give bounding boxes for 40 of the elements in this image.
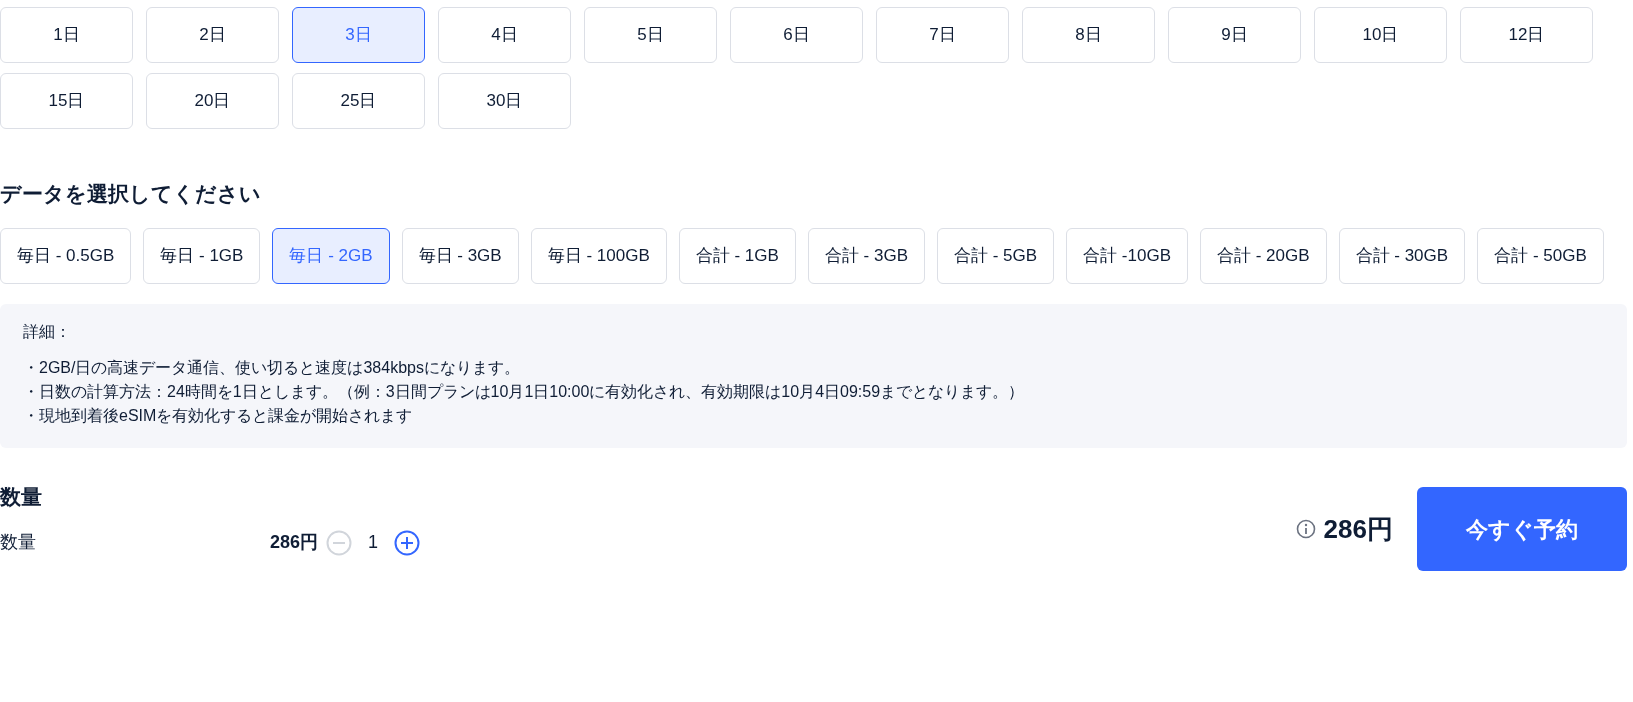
data-option[interactable]: 毎日 - 1GB xyxy=(143,228,261,285)
data-option[interactable]: 合計 - 30GB xyxy=(1338,228,1466,285)
data-option[interactable]: 毎日 - 0.5GB xyxy=(0,228,132,285)
quantity-value: 1 xyxy=(368,531,379,555)
data-option[interactable]: 毎日 - 100GB xyxy=(530,228,667,285)
details-line: ・日数の計算方法：24時間を1日とします。（例：3日間プランは10月1日10:00に有効化され、有効期限は10月4日09:59までとなります。） xyxy=(23,382,1026,403)
day-option[interactable]: 30日 xyxy=(438,73,571,129)
day-option[interactable]: 9日 xyxy=(1168,7,1301,63)
details-title: 詳細： xyxy=(23,322,72,343)
day-option[interactable]: 15日 xyxy=(0,73,133,129)
data-option[interactable]: 合計 - 3GB xyxy=(807,228,925,285)
book-now-button[interactable]: 今すぐ予約 xyxy=(1417,487,1627,572)
day-option[interactable]: 6日 xyxy=(730,7,863,63)
day-option[interactable]: 25日 xyxy=(292,73,425,129)
data-option[interactable]: 合計 - 50GB xyxy=(1477,228,1604,285)
day-option[interactable]: 20日 xyxy=(146,73,279,129)
day-option[interactable]: 4日 xyxy=(438,7,571,63)
details-line: ・2GB/日の高速データ通信、使い切ると速度は384kbpsになります。 xyxy=(23,358,521,379)
quantity-label: 数量 xyxy=(0,531,37,555)
day-option[interactable]: 10日 xyxy=(1314,7,1447,63)
unit-price: 286円 xyxy=(270,531,319,555)
data-option[interactable]: 毎日 - 2GB xyxy=(272,228,390,285)
data-option[interactable]: 合計 - 1GB xyxy=(678,228,796,285)
day-option[interactable]: 8日 xyxy=(1022,7,1155,63)
day-option[interactable]: 7日 xyxy=(876,7,1009,63)
details-line: ・現地到着後eSIMを有効化すると課金が開始されます xyxy=(23,406,414,427)
info-icon[interactable] xyxy=(1295,519,1316,540)
plus-icon[interactable] xyxy=(394,529,421,556)
section-heading: データを選択してください xyxy=(0,181,262,207)
data-option[interactable]: 毎日 - 3GB xyxy=(401,228,519,285)
section-heading: 数量 xyxy=(0,484,43,510)
day-option[interactable]: 5日 xyxy=(584,7,717,63)
data-option[interactable]: 合計 - 20GB xyxy=(1199,228,1327,285)
total-price: 286円 xyxy=(1323,512,1393,546)
day-option[interactable]: 12日 xyxy=(1460,7,1593,63)
data-option[interactable]: 合計 - 5GB xyxy=(937,228,1055,285)
data-option[interactable]: 合計 -10GB xyxy=(1066,228,1188,285)
day-option[interactable]: 1日 xyxy=(0,7,133,63)
day-option[interactable]: 3日 xyxy=(292,7,425,63)
day-option[interactable]: 2日 xyxy=(146,7,279,63)
